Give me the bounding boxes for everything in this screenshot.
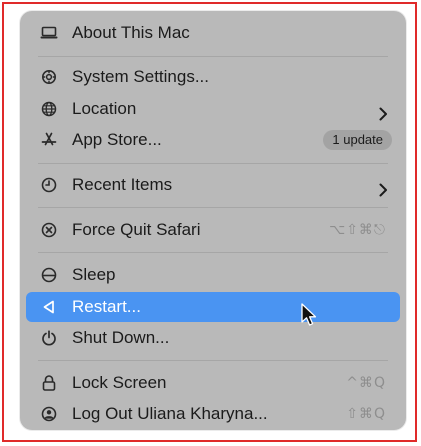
menu-item-shut-down[interactable]: Shut Down...	[26, 324, 400, 352]
menu-item-force-quit[interactable]: Force Quit Safari ⌥⇧⌘⎋	[26, 216, 400, 244]
apple-menu: About This Mac System Settings... Locati…	[20, 11, 406, 430]
power-icon	[40, 330, 58, 346]
menu-item-label: Recent Items	[72, 175, 173, 194]
restart-icon	[40, 299, 58, 315]
menu-item-sleep[interactable]: Sleep	[26, 261, 400, 289]
mouse-pointer-icon	[301, 303, 317, 327]
laptop-icon	[40, 25, 58, 41]
app-store-icon	[40, 132, 58, 148]
menu-item-log-out[interactable]: Log Out Uliana Kharyna... ⇧⌘Q	[26, 400, 400, 428]
menu-item-lock-screen[interactable]: Lock Screen ^⌘Q	[26, 369, 400, 397]
globe-icon	[40, 101, 58, 117]
menu-item-label: System Settings...	[72, 67, 209, 86]
menu-item-label: App Store...	[72, 130, 162, 149]
update-badge: 1 update	[323, 130, 392, 150]
menu-item-label: Location	[72, 99, 137, 118]
sleep-icon	[40, 267, 58, 283]
menu-item-label: Force Quit Safari	[72, 220, 201, 239]
separator	[38, 252, 388, 253]
keyboard-shortcut: ⇧⌘Q	[346, 406, 386, 422]
separator	[38, 207, 388, 208]
menu-item-label: Restart...	[72, 297, 141, 316]
menu-item-about-this-mac[interactable]: About This Mac	[26, 19, 400, 47]
keyboard-shortcut: ^⌘Q	[346, 375, 386, 391]
menu-item-system-settings[interactable]: System Settings...	[26, 63, 400, 91]
keyboard-shortcut: ⌥⇧⌘⎋	[329, 222, 386, 238]
menu-item-restart[interactable]: Restart...	[26, 292, 400, 322]
clock-icon	[40, 177, 58, 193]
force-quit-icon	[40, 222, 58, 238]
menu-item-location[interactable]: Location	[26, 95, 400, 123]
menu-item-label: Sleep	[72, 265, 116, 284]
menu-item-label: Lock Screen	[72, 373, 167, 392]
lock-icon	[40, 375, 58, 391]
chevron-right-icon	[378, 178, 388, 197]
menu-item-recent-items[interactable]: Recent Items	[26, 171, 400, 199]
menu-item-label: Log Out Uliana Kharyna...	[72, 404, 268, 423]
menu-item-app-store[interactable]: App Store... 1 update	[26, 126, 400, 154]
separator	[38, 56, 388, 57]
separator	[38, 163, 388, 164]
gear-icon	[40, 69, 58, 85]
menu-item-label: About This Mac	[72, 23, 190, 42]
menu-item-label: Shut Down...	[72, 328, 170, 347]
user-icon	[40, 406, 58, 422]
chevron-right-icon	[378, 102, 388, 121]
separator	[38, 360, 388, 361]
